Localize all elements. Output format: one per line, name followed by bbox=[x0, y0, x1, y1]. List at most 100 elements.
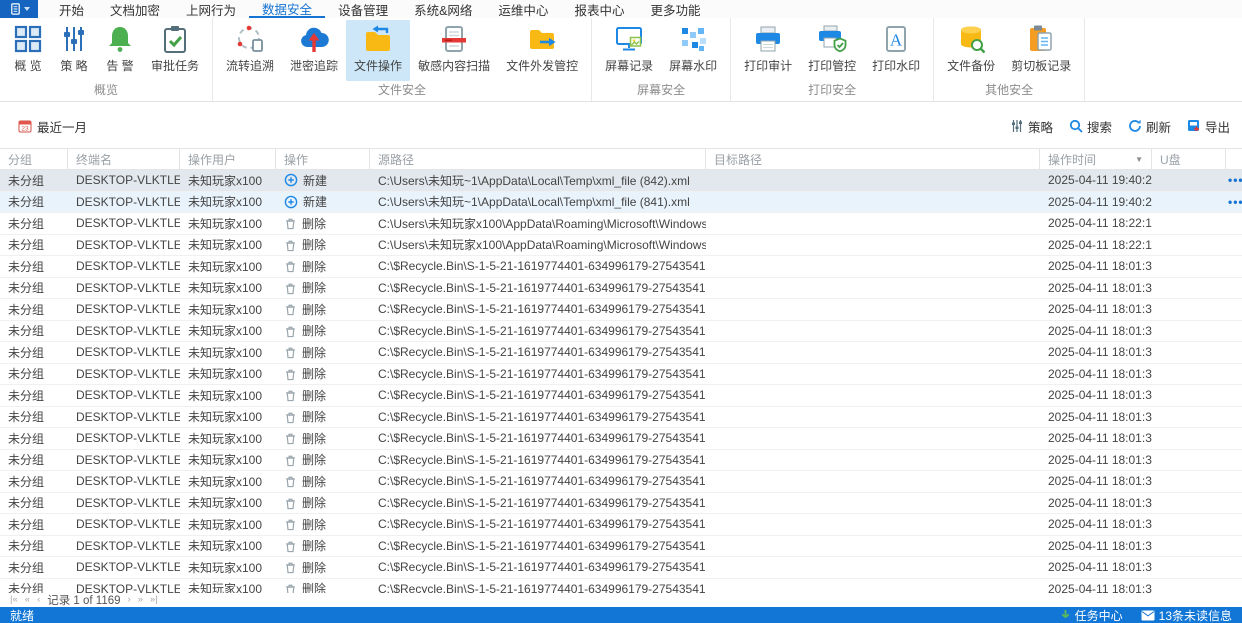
trash-icon bbox=[284, 324, 297, 338]
ribbon-button-overview-grid[interactable]: 概 览 bbox=[5, 20, 51, 81]
operation-label: 删除 bbox=[302, 410, 327, 425]
table-row[interactable]: 未分组 DESKTOP-VLKTLE1 未知玩家x100 新建 C:\Users\未知玩… bbox=[0, 170, 1242, 192]
ribbon-button-file-operations[interactable]: 文件操作 bbox=[346, 20, 411, 81]
pager-prev-control-2[interactable]: « bbox=[25, 595, 30, 605]
row-menu-button[interactable]: ••• bbox=[1228, 173, 1242, 187]
column-header-5[interactable]: 源路径 bbox=[370, 149, 706, 169]
policy-sliders-icon bbox=[59, 24, 89, 54]
table-row[interactable]: 未分组 DESKTOP-VLKTLE1 未知玩家x100 删除 C:\$Recycle.… bbox=[0, 514, 1242, 536]
column-header-3[interactable]: 操作用户 bbox=[180, 149, 276, 169]
cell-source-path: C:\$Recycle.Bin\S-1-5-21-1619774401-6349… bbox=[378, 474, 706, 489]
cell-source-path: C:\$Recycle.Bin\S-1-5-21-1619774401-6349… bbox=[378, 409, 706, 424]
tab-7[interactable]: 运维中心 bbox=[485, 0, 561, 18]
cell-operation: 删除 bbox=[276, 236, 370, 253]
column-header-1[interactable]: 分组 bbox=[0, 149, 68, 169]
unread-messages-button[interactable]: 13条未读信息 bbox=[1141, 607, 1232, 623]
tab-9[interactable]: 更多功能 bbox=[637, 0, 713, 18]
cell-operation-time: 2025-04-11 18:01:38 bbox=[1048, 474, 1152, 489]
tab-6[interactable]: 系统&网络 bbox=[401, 0, 485, 18]
toolbar-action-sliders-sm[interactable]: 策略 bbox=[1010, 117, 1053, 136]
table-row[interactable]: 未分组 DESKTOP-VLKTLE1 未知玩家x100 删除 C:\$Recycle.… bbox=[0, 428, 1242, 450]
table-row[interactable]: 未分组 DESKTOP-VLKTLE1 未知玩家x100 删除 C:\$Recycle.… bbox=[0, 385, 1242, 407]
filter-caret-icon[interactable]: ▼ bbox=[1135, 155, 1143, 164]
ribbon-group-3: 屏幕记录 屏幕水印 屏幕安全 bbox=[592, 18, 732, 101]
ribbon-button-print-control[interactable]: 打印管控 bbox=[800, 20, 864, 81]
toolbar-action-refresh[interactable]: 刷新 bbox=[1128, 117, 1171, 136]
pager-next-control-3[interactable]: »| bbox=[150, 595, 158, 605]
ribbon-button-alert-bell[interactable]: 告 警 bbox=[97, 20, 143, 81]
ribbon-button-screen-record[interactable]: 屏幕记录 bbox=[597, 20, 661, 81]
tab-3[interactable]: 上网行为 bbox=[173, 0, 249, 18]
task-center-button[interactable]: 任务中心 bbox=[1060, 607, 1123, 623]
ribbon-button-approval-tasks[interactable]: 审批任务 bbox=[143, 20, 207, 81]
column-header-2[interactable]: 终端名 bbox=[68, 149, 180, 169]
svg-text:A: A bbox=[890, 31, 903, 50]
ribbon-button-content-scan[interactable]: 敏感内容扫描 bbox=[410, 20, 498, 81]
column-header-label: 操作用户 bbox=[188, 152, 237, 167]
cell-group: 未分组 bbox=[8, 345, 45, 360]
tab-1[interactable]: 开始 bbox=[46, 0, 97, 18]
column-header-6[interactable]: 目标路径 bbox=[706, 149, 1040, 169]
pager-prev-control-3[interactable]: ‹ bbox=[37, 595, 40, 605]
cell-operation-time: 2025-04-11 18:01:38 bbox=[1048, 388, 1152, 403]
tab-5[interactable]: 设备管理 bbox=[325, 0, 401, 18]
toolbar-action-search[interactable]: 搜索 bbox=[1069, 117, 1112, 136]
ribbon-button-file-backup[interactable]: 文件备份 bbox=[939, 20, 1003, 81]
pager-next-control-1[interactable]: › bbox=[128, 595, 131, 605]
table-row[interactable]: 未分组 DESKTOP-VLKTLE1 未知玩家x100 删除 C:\$Recycle.… bbox=[0, 406, 1242, 428]
cell-operation-time: 2025-04-11 18:22:13 bbox=[1048, 216, 1152, 231]
table-row[interactable]: 未分组 DESKTOP-VLKTLE1 未知玩家x100 删除 C:\$Recycle.… bbox=[0, 277, 1242, 299]
cell-terminal-name: DESKTOP-VLKTLE1 bbox=[76, 194, 180, 209]
file-backup-icon bbox=[956, 24, 986, 54]
cell-group: 未分组 bbox=[8, 324, 45, 339]
ribbon-button-print-audit[interactable]: 打印审计 bbox=[736, 20, 800, 81]
ribbon-group-buttons: 屏幕记录 屏幕水印 bbox=[595, 18, 727, 81]
trash-icon bbox=[284, 582, 297, 593]
table-row[interactable]: 未分组 DESKTOP-VLKTLE1 未知玩家x100 删除 C:\$Recycle.… bbox=[0, 299, 1242, 321]
table-row[interactable]: 未分组 DESKTOP-VLKTLE1 未知玩家x100 删除 C:\$Recycle.… bbox=[0, 535, 1242, 557]
tab-2[interactable]: 文档加密 bbox=[97, 0, 173, 18]
table-row[interactable]: 未分组 DESKTOP-VLKTLE1 未知玩家x100 删除 C:\$Recycle.… bbox=[0, 363, 1242, 385]
pager-prev-control-1[interactable]: |« bbox=[10, 595, 18, 605]
cell-operation-time: 2025-04-11 18:01:38 bbox=[1048, 452, 1152, 467]
column-header-label: U盘 bbox=[1160, 152, 1181, 167]
cell-operation: 删除 bbox=[276, 430, 370, 447]
cell-group: 未分组 bbox=[8, 302, 45, 317]
table-row[interactable]: 未分组 DESKTOP-VLKTLE1 未知玩家x100 删除 C:\$Recycle.… bbox=[0, 557, 1242, 579]
ribbon-button-policy-sliders[interactable]: 策 略 bbox=[51, 20, 97, 81]
cell-operation: 删除 bbox=[276, 559, 370, 576]
cell-terminal-name: DESKTOP-VLKTLE1 bbox=[76, 474, 180, 489]
ribbon-button-file-outgoing[interactable]: 文件外发管控 bbox=[498, 20, 586, 81]
cell-source-path: C:\Users\未知玩家x100\AppData\Roaming\Micros… bbox=[378, 216, 706, 231]
ribbon-button-flow-trace[interactable]: 流转追溯 bbox=[218, 20, 282, 81]
column-header-7[interactable]: 操作时间 ▼ bbox=[1040, 149, 1152, 169]
ribbon-button-print-watermark[interactable]: A 打印水印 bbox=[864, 20, 928, 81]
cell-operator-user: 未知玩家x100 bbox=[188, 367, 263, 382]
column-header-4[interactable]: 操作 bbox=[276, 149, 370, 169]
ribbon-button-screen-watermark[interactable]: 屏幕水印 bbox=[661, 20, 725, 81]
pager-next-control-2[interactable]: » bbox=[138, 595, 143, 605]
table-row[interactable]: 未分组 DESKTOP-VLKTLE1 未知玩家x100 删除 C:\$Recycle.… bbox=[0, 320, 1242, 342]
table-row[interactable]: 未分组 DESKTOP-VLKTLE1 未知玩家x100 删除 C:\$Recycle.… bbox=[0, 256, 1242, 278]
row-menu-button[interactable]: ••• bbox=[1228, 195, 1242, 209]
tab-8[interactable]: 报表中心 bbox=[561, 0, 637, 18]
toolbar-action-export[interactable]: 导出 bbox=[1187, 117, 1230, 136]
table-row[interactable]: 未分组 DESKTOP-VLKTLE1 未知玩家x100 删除 C:\Users\未知玩… bbox=[0, 213, 1242, 235]
table-row[interactable]: 未分组 DESKTOP-VLKTLE1 未知玩家x100 删除 C:\Users\未知玩… bbox=[0, 234, 1242, 256]
table-row[interactable]: 未分组 DESKTOP-VLKTLE1 未知玩家x100 新建 C:\Users\未知玩… bbox=[0, 191, 1242, 213]
trash-icon bbox=[284, 238, 297, 252]
table-row[interactable]: 未分组 DESKTOP-VLKTLE1 未知玩家x100 删除 C:\$Recycle.… bbox=[0, 449, 1242, 471]
operation-label: 删除 bbox=[302, 216, 327, 231]
table-row[interactable]: 未分组 DESKTOP-VLKTLE1 未知玩家x100 删除 C:\$Recycle.… bbox=[0, 578, 1242, 593]
table-row[interactable]: 未分组 DESKTOP-VLKTLE1 未知玩家x100 删除 C:\$Recycle.… bbox=[0, 471, 1242, 493]
ribbon-button-leak-trace[interactable]: 泄密追踪 bbox=[282, 20, 346, 81]
table-row[interactable]: 未分组 DESKTOP-VLKTLE1 未知玩家x100 删除 C:\$Recycle.… bbox=[0, 342, 1242, 364]
plus-icon bbox=[284, 173, 298, 187]
column-header-8[interactable]: U盘 bbox=[1152, 149, 1226, 169]
ribbon-button-clipboard-record[interactable]: 剪切板记录 bbox=[1003, 20, 1079, 81]
trash-icon bbox=[284, 496, 297, 510]
app-menu-button[interactable] bbox=[0, 0, 38, 18]
table-row[interactable]: 未分组 DESKTOP-VLKTLE1 未知玩家x100 删除 C:\$Recycle.… bbox=[0, 492, 1242, 514]
tab-4[interactable]: 数据安全 bbox=[249, 0, 326, 18]
date-range-filter[interactable]: 23 最近一月 bbox=[18, 117, 87, 136]
